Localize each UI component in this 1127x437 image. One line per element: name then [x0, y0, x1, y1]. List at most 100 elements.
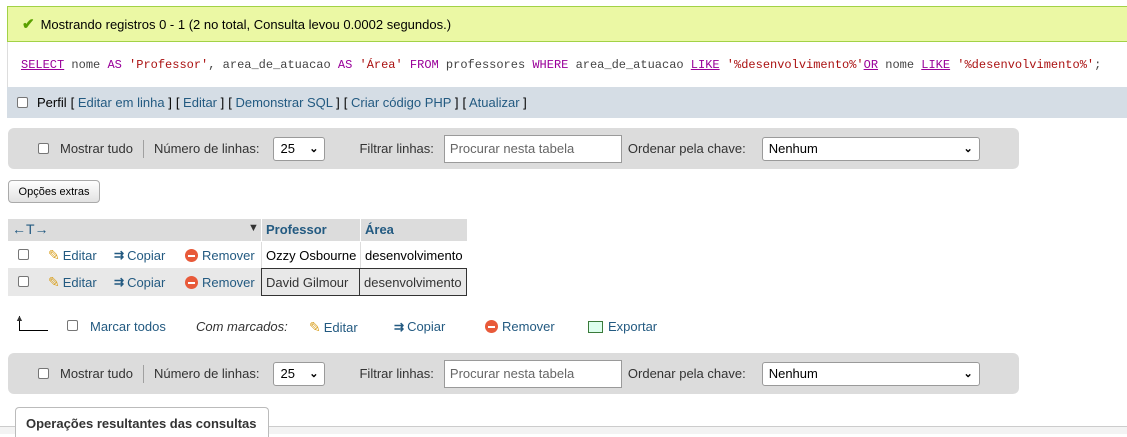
cell-professor-text: David Gilmour [266, 274, 349, 290]
refresh-link[interactable]: Atualizar [469, 95, 520, 110]
sql-keyword-select[interactable]: SELECT [21, 58, 64, 72]
extra-options-button[interactable]: Opções extras [8, 180, 100, 203]
chevron-down-icon: ⌄ [963, 368, 973, 380]
rows-label: Número de linhas: [153, 366, 260, 381]
filter-label: Filtrar linhas: [359, 366, 434, 381]
column-header-professor[interactable]: Professor [266, 222, 327, 237]
sql-keyword-like[interactable]: LIKE [691, 58, 720, 72]
checkmark-icon: ✔ [22, 16, 35, 33]
filter-placeholder: Procurar nesta tabela [449, 141, 575, 156]
table-row: ✎ Editar ⇉ Copiar Remover David Gilmour de… [8, 268, 467, 296]
check-all-link[interactable]: Marcar todos [90, 319, 166, 334]
remove-icon [485, 320, 498, 333]
row-copy-button[interactable]: ⇉ Copiar [114, 248, 165, 263]
show-all-checkbox[interactable] [38, 143, 49, 154]
edit-link[interactable]: Editar [183, 95, 217, 110]
filter-placeholder: Procurar nesta tabela [449, 366, 575, 381]
sql-query: SELECT nome AS 'Professor', area_de_atua… [7, 42, 1127, 87]
remove-label: Remover [202, 274, 255, 290]
rows-select[interactable]: 25 ⌄ [273, 136, 326, 161]
sort-select-value: Nenhum [768, 366, 818, 381]
bulk-export-label: Exportar [608, 319, 658, 334]
bulk-edit-button[interactable]: ✎ Editar [309, 319, 358, 336]
row-remove-button[interactable]: Remover [185, 275, 255, 290]
sql-keyword: AS [107, 57, 122, 72]
show-all-checkbox[interactable] [38, 368, 49, 379]
export-icon [588, 320, 603, 333]
cell-professor[interactable]: Ozzy Osbourne [266, 248, 356, 263]
column-arrows[interactable]: ←T→ [12, 221, 49, 237]
sql-keyword: FROM [402, 57, 439, 72]
remove-icon [185, 248, 198, 262]
bulk-remove-button[interactable]: Remover [485, 319, 555, 334]
sql-keyword: AS [337, 57, 353, 72]
success-message: ✔ Mostrando registros 0 - 1 (2 no total,… [7, 6, 1127, 42]
edit-label: Editar [62, 274, 97, 290]
sql-text: , area_de_atuacao [208, 57, 338, 72]
row-copy-button[interactable]: ⇉ Copiar [114, 275, 165, 290]
navigation-bar-top: Mostrar tudo Número de linhas: 25 ⌄ Filtr… [8, 128, 1019, 169]
filter-input[interactable]: Procurar nesta tabela [443, 359, 622, 388]
row-checkbox[interactable] [18, 276, 29, 287]
profile-checkbox[interactable] [17, 97, 28, 108]
sql-text: nome [878, 57, 922, 72]
table-row: ✎ Editar ⇉ Copiar Remover Ozzy Osbourne de… [8, 242, 467, 268]
copy-icon: ⇉ [114, 275, 125, 289]
bulk-export-button[interactable]: Exportar [588, 319, 657, 334]
sort-select[interactable]: Nenhum ⌄ [761, 136, 980, 161]
success-message-text: Mostrando registros 0 - 1 (2 no total, C… [40, 16, 452, 32]
table-header: ←T→ ▼ Professor Área [8, 219, 467, 241]
sql-text: nome [64, 57, 108, 72]
sql-string: 'Área' [352, 57, 403, 72]
chevron-down-icon: ⌄ [963, 143, 973, 155]
chevron-down-icon: ⌄ [309, 368, 319, 380]
arrow-up-left-icon: ▲ [15, 314, 49, 336]
copy-icon: ⇉ [114, 248, 125, 262]
sort-triangle-icon[interactable]: ▼ [248, 222, 259, 234]
check-all-checkbox[interactable] [67, 320, 78, 331]
chevron-down-icon: ⌄ [309, 143, 319, 155]
row-checkbox[interactable] [18, 249, 29, 260]
filter-label: Filtrar linhas: [359, 141, 434, 156]
copy-label: Copiar [127, 247, 166, 263]
pencil-icon: ✎ [48, 246, 60, 263]
sql-string: '%desenvolvimento%' [719, 57, 864, 72]
sql-string: 'Professor' [121, 57, 209, 72]
cell-area-text: desenvolvimento [364, 274, 462, 290]
sort-label: Ordenar pela chave: [627, 141, 746, 156]
bulk-copy-button[interactable]: ⇉ Copiar [394, 319, 445, 334]
row-edit-button[interactable]: ✎ Editar [48, 247, 97, 264]
rows-label: Número de linhas: [153, 141, 260, 156]
sql-text: ; [1094, 57, 1102, 72]
edit-inline-link[interactable]: Editar em linha [78, 95, 165, 110]
profile-label: Perfil [37, 95, 67, 110]
filter-input[interactable]: Procurar nesta tabela [443, 134, 622, 163]
with-selected-label: Com marcados: [196, 319, 288, 334]
copy-label: Copiar [127, 274, 166, 290]
pencil-icon: ✎ [48, 273, 60, 290]
sql-keyword-like[interactable]: LIKE [921, 58, 950, 72]
pencil-icon: ✎ [309, 319, 321, 335]
explain-sql-link[interactable]: Demonstrar SQL [235, 95, 332, 110]
rows-select[interactable]: 25 ⌄ [273, 361, 326, 386]
cell-area[interactable]: desenvolvimento [360, 268, 467, 296]
query-options-bar: Perfil [ Editar em linha ] [ Editar ] [ … [7, 87, 1127, 118]
separator [142, 139, 144, 158]
sql-text: area_de_atuacao [568, 57, 691, 72]
sql-keyword-or[interactable]: OR [864, 58, 878, 72]
row-edit-button[interactable]: ✎ Editar [48, 274, 97, 291]
column-header-area[interactable]: Área [365, 222, 394, 237]
cell-professor[interactable]: David Gilmour [261, 268, 360, 296]
navigation-bar-bottom: Mostrar tudo Número de linhas: 25 ⌄ Filtr… [8, 353, 1019, 394]
copy-icon: ⇉ [394, 319, 405, 334]
create-php-code-link[interactable]: Criar código PHP [351, 95, 451, 110]
remove-label: Remover [202, 247, 255, 263]
remove-icon [185, 275, 198, 289]
show-all-label: Mostrar tudo [60, 366, 133, 381]
sort-label: Ordenar pela chave: [627, 366, 746, 381]
sql-text: professores [438, 57, 533, 72]
sort-select-value: Nenhum [768, 141, 818, 156]
sort-select[interactable]: Nenhum ⌄ [761, 361, 980, 386]
cell-area[interactable]: desenvolvimento [365, 248, 463, 263]
row-remove-button[interactable]: Remover [185, 248, 255, 263]
